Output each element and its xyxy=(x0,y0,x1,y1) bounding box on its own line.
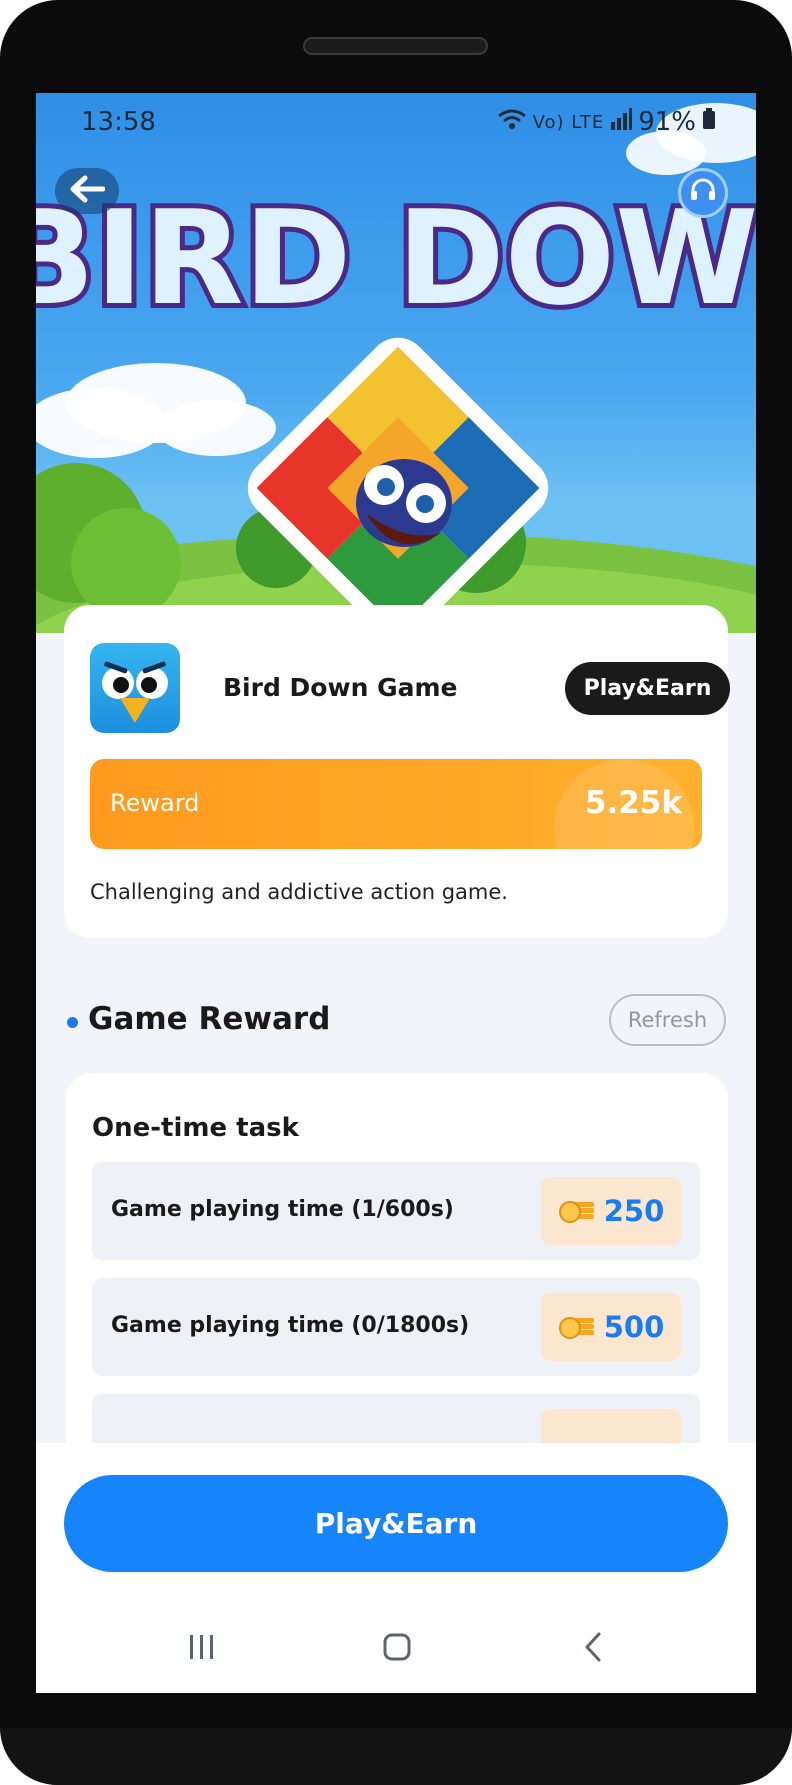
task-reward-pill: 250 xyxy=(541,1177,681,1245)
back-button[interactable] xyxy=(55,168,119,214)
game-app-icon xyxy=(90,643,180,733)
phone-chin xyxy=(0,1728,792,1785)
game-info-card: Bird Down Game Play&Earn Reward 5.25k Ch… xyxy=(64,605,730,938)
one-time-task-heading: One-time task xyxy=(92,1113,299,1143)
battery-percent: 91% xyxy=(638,107,696,137)
reward-value: 5.25k xyxy=(584,785,682,821)
task-label: Game playing time (1/600s) xyxy=(111,1197,454,1222)
play-earn-button[interactable]: Play&Earn xyxy=(64,1475,728,1572)
chevron-left-icon xyxy=(581,1631,605,1667)
nav-back-button[interactable] xyxy=(563,1625,623,1673)
game-description: Challenging and addictive action game. xyxy=(90,880,508,904)
task-row: Game playing time (0/1800s) 500 xyxy=(92,1278,700,1376)
phone-frame: BIRD DOWN xyxy=(0,0,792,1785)
task-reward-pill: 500 xyxy=(541,1293,681,1361)
reward-banner: Reward 5.25k xyxy=(90,759,702,849)
customer-support-button[interactable] xyxy=(678,168,728,218)
banner-art: BIRD DOWN xyxy=(36,103,756,633)
reward-label: Reward xyxy=(110,789,200,817)
task-label: Game playing time (0/1800s) xyxy=(111,1313,470,1338)
recent-apps-button[interactable] xyxy=(172,1625,232,1673)
game-title: Bird Down Game xyxy=(223,673,458,702)
home-button[interactable] xyxy=(367,1625,427,1673)
home-icon xyxy=(382,1632,412,1666)
game-reward-heading: Game Reward xyxy=(88,1001,331,1037)
section-bullet xyxy=(67,1017,78,1028)
app-screen: BIRD DOWN xyxy=(36,93,756,1693)
coin-stack-icon xyxy=(558,1314,596,1340)
task-reward-amount: 250 xyxy=(603,1194,665,1228)
coin-stack-icon xyxy=(558,1198,596,1224)
task-reward-amount: 500 xyxy=(603,1310,665,1344)
system-nav-bar xyxy=(36,1613,756,1693)
refresh-button[interactable]: Refresh xyxy=(609,994,726,1046)
signal-icon xyxy=(610,107,633,137)
speaker-grille xyxy=(303,37,488,55)
arrow-left-icon xyxy=(69,175,106,207)
task-row: Game playing time (1/600s) 250 xyxy=(92,1162,700,1260)
status-time: 13:58 xyxy=(81,107,156,137)
recents-icon xyxy=(187,1633,217,1665)
play-earn-tag[interactable]: Play&Earn xyxy=(565,662,730,715)
headset-icon xyxy=(688,176,718,210)
network-indicator: Vo) LTE xyxy=(532,111,605,133)
battery-icon xyxy=(702,107,716,137)
wifi-icon xyxy=(497,107,527,137)
game-banner: BIRD DOWN xyxy=(36,93,756,633)
banner-title-text: BIRD DOWN xyxy=(36,182,756,334)
status-bar-right: Vo) LTE 91% xyxy=(497,107,716,137)
